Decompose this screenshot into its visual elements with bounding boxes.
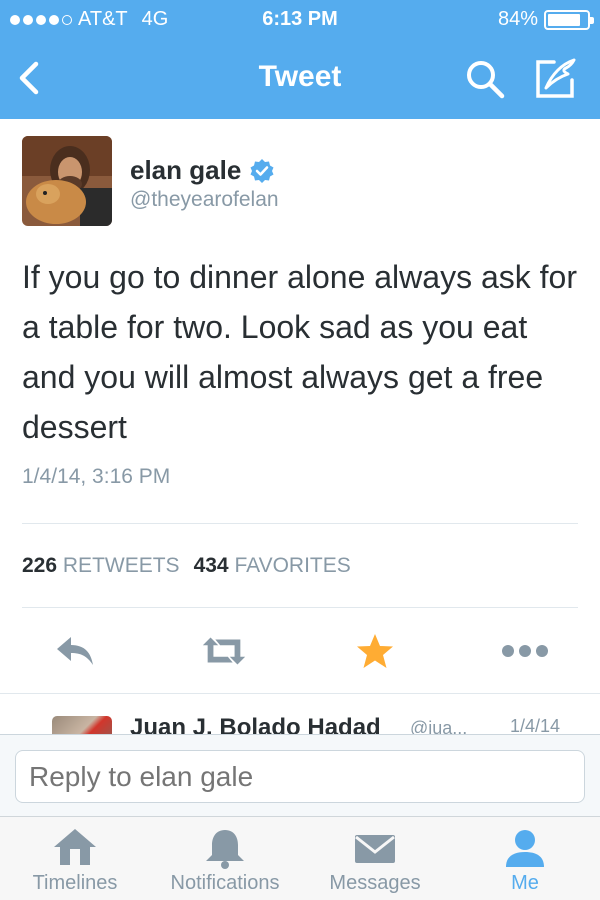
tab-label: Timelines (32, 872, 118, 894)
retweets-label: RETWEETS (62, 554, 180, 577)
tab-notifications[interactable]: Notifications (150, 817, 300, 900)
divider (22, 523, 578, 524)
reply-list-item[interactable]: Juan J. Bolado Hadad @jua... 1/4/14 (0, 693, 600, 734)
tab-messages[interactable]: Messages (300, 817, 450, 900)
reply-icon (57, 637, 93, 665)
search-icon[interactable] (464, 58, 506, 100)
retweets-stat[interactable]: 226 RETWEETS (22, 554, 180, 578)
reply-button[interactable] (50, 628, 100, 674)
reply-bar (0, 734, 600, 816)
tweet-text: If you go to dinner alone always ask for… (22, 259, 577, 445)
favorite-button[interactable] (350, 628, 400, 674)
app-header: AT&T 4G 6:13 PM 84% Tweet (0, 0, 600, 119)
reply-date: 1/4/14 (510, 716, 561, 734)
compose-icon[interactable] (532, 56, 578, 102)
status-right: 84% (497, 8, 594, 31)
divider (22, 607, 578, 608)
tab-me[interactable]: Me (450, 817, 600, 900)
retweet-icon (202, 637, 246, 665)
more-icon (502, 645, 548, 657)
author-handle[interactable]: @theyearofelan (130, 188, 279, 212)
home-icon (54, 829, 96, 865)
tab-label: Messages (329, 872, 421, 894)
author-name[interactable]: elan gale (130, 155, 241, 186)
more-button[interactable] (500, 628, 550, 674)
tweet-timestamp: 1/4/14, 3:16 PM (22, 465, 171, 488)
retweets-count: 226 (22, 554, 58, 577)
envelope-icon (355, 835, 395, 863)
page-title: Tweet (258, 60, 342, 93)
favorites-stat[interactable]: 434 FAVORITES (194, 554, 351, 578)
reply-avatar[interactable] (52, 716, 112, 734)
reply-input[interactable] (15, 750, 585, 803)
tab-bar: Timelines Notifications Messages Me (0, 816, 600, 900)
battery-percent: 84% (497, 8, 538, 30)
reply-author-handle: @jua... (410, 718, 468, 734)
battery-icon (544, 9, 594, 30)
person-icon (506, 830, 544, 867)
favorites-count: 434 (193, 554, 229, 577)
bell-icon (206, 830, 244, 869)
star-icon (357, 634, 393, 668)
nav-bar: Tweet (0, 40, 600, 119)
author-name-row: elan gale (130, 155, 275, 186)
tab-label: Me (511, 872, 539, 894)
tweet-stats: 226 RETWEETS 434 FAVORITES (22, 554, 351, 578)
author-avatar[interactable] (22, 136, 112, 226)
battery-fill (548, 13, 580, 26)
favorites-label: FAVORITES (234, 554, 351, 577)
status-bar: AT&T 4G 6:13 PM 84% (0, 0, 600, 40)
tab-timelines[interactable]: Timelines (0, 817, 150, 900)
reply-author-name: Juan J. Bolado Hadad (130, 714, 381, 734)
retweet-button[interactable] (199, 628, 249, 674)
tab-label: Notifications (170, 872, 280, 894)
verified-badge-icon (250, 158, 274, 183)
avatar-photo (22, 136, 112, 226)
